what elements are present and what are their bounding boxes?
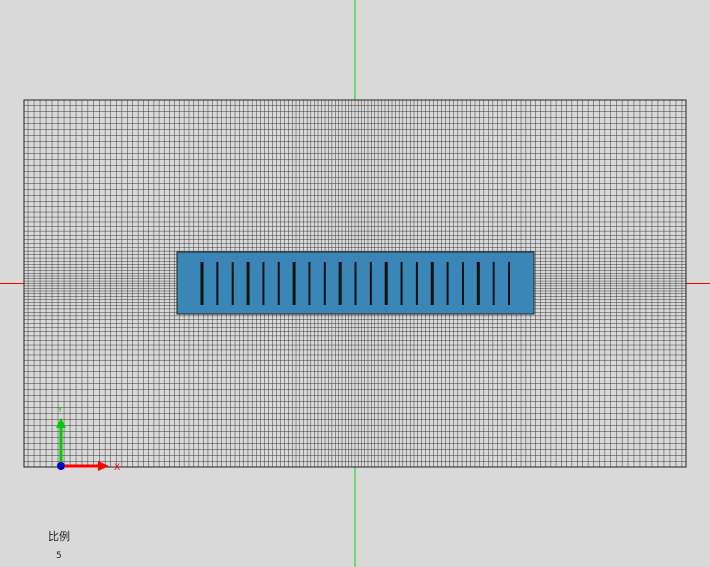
slot [446,262,449,305]
slot [262,262,265,305]
slot [461,262,464,305]
slot [400,262,403,305]
slot [200,262,204,305]
slot [308,262,311,305]
slot [415,262,418,305]
slot [231,262,234,305]
slot [277,262,280,305]
slot [292,262,296,305]
x-axis-label: X [114,463,120,473]
axis-origin [57,462,65,470]
slot [492,262,495,305]
slot [338,262,342,305]
slot [323,262,326,305]
slot [354,262,357,305]
slot [384,262,388,305]
slot [508,262,510,305]
slot [369,262,372,305]
y-axis-label: Y [57,406,63,414]
slot [216,262,219,305]
slot [246,262,250,305]
mesh-domain [23,99,687,468]
slot [476,262,480,305]
slot [430,262,434,305]
scale-label: 比例 [48,530,70,543]
mesh-slots [200,262,510,305]
scale-value: 5 [56,551,62,561]
mesh-viewport[interactable]: Y X [0,0,710,567]
